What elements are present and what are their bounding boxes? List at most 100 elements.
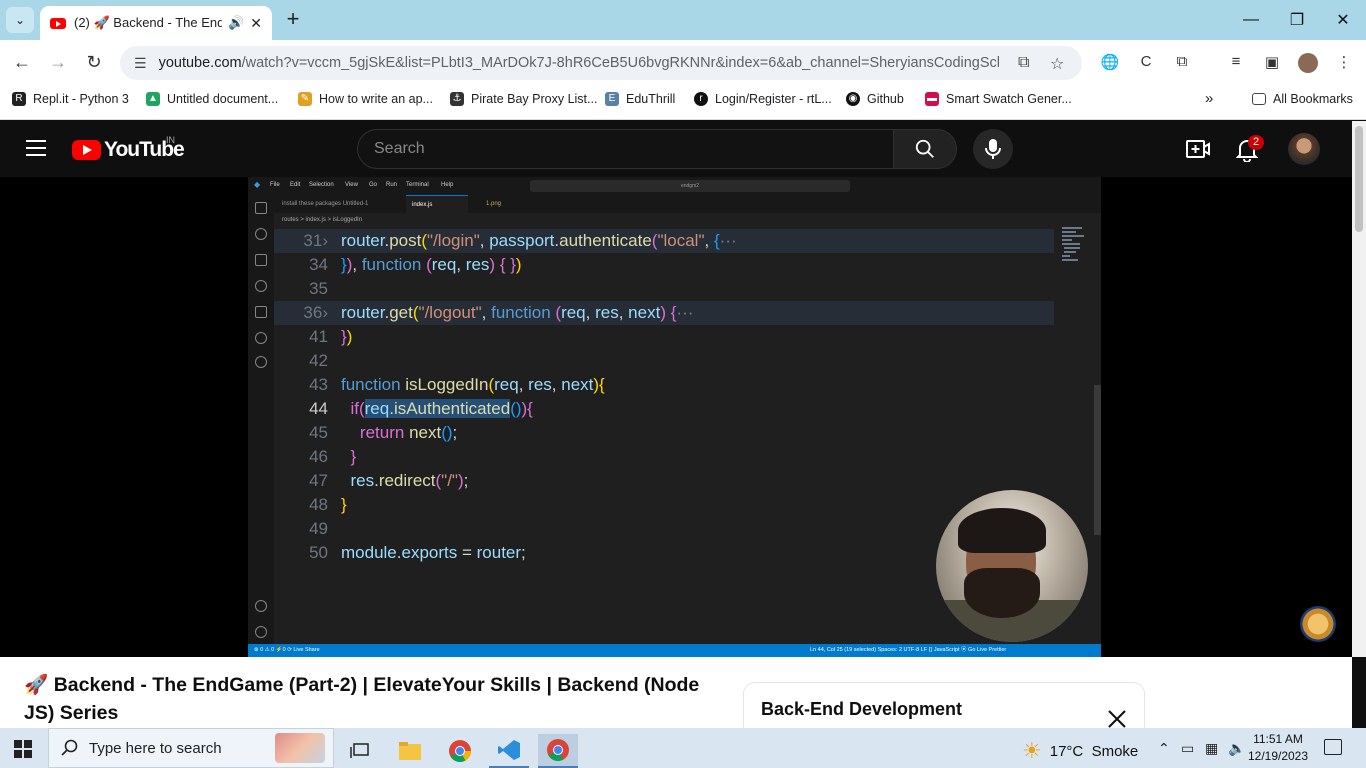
playlist-title[interactable]: Back-End Development: [761, 699, 962, 720]
bookmark-item[interactable]: ▲ Untitled document...: [146, 92, 278, 106]
bookmarks-overflow-button[interactable]: »: [1205, 90, 1213, 107]
bookmarks-bar: R Repl.it - Python 3 ▲ Untitled document..…: [0, 84, 1366, 120]
code-line: 31› router.post("/login", passport.authen…: [274, 229, 1054, 253]
url-text[interactable]: youtube.com/watch?v=vccm_5gjSkE&list=PLb…: [159, 55, 999, 71]
open-in-app-icon[interactable]: ⧉: [1018, 54, 1029, 72]
bookmark-item[interactable]: ⚓ Pirate Bay Proxy List...: [450, 92, 597, 106]
task-view-icon[interactable]: [340, 734, 380, 768]
video-title: 🚀 Backend - The EndGame (Part-2) | Eleva…: [24, 674, 700, 724]
code-text: }), function (req, res) { }): [341, 255, 522, 274]
country-code: IN: [166, 135, 175, 145]
pirate-ship-icon: ⚓: [450, 92, 464, 106]
bookmark-item[interactable]: E EduThrill: [605, 92, 675, 106]
presenter-webcam: [936, 490, 1088, 642]
status-left: ⊗ 0 ⚠ 0 ⚡0 ⟳ Live Share: [254, 647, 320, 653]
code-line: 41}): [274, 325, 1054, 349]
show-hidden-icons-icon[interactable]: ⌃: [1158, 740, 1170, 757]
forward-button[interactable]: →: [48, 52, 68, 72]
notification-center-icon[interactable]: [1324, 739, 1342, 755]
chrome-menu-icon[interactable]: ⋮: [1334, 53, 1354, 73]
close-window-button[interactable]: ✕: [1320, 0, 1366, 40]
speaker-icon[interactable]: 🔊: [228, 15, 244, 31]
url-path: /watch?v=vccm_5gjSkE&list=PLbtI3_MArDOk7…: [241, 55, 999, 71]
file-explorer-icon[interactable]: [390, 734, 430, 768]
system-clock[interactable]: 11:51 AM 12/19/2023: [1238, 731, 1318, 765]
code-text: module.exports = router;: [341, 543, 526, 562]
media-control-icon[interactable]: ≡: [1226, 53, 1246, 73]
battery-icon[interactable]: ▭: [1181, 740, 1194, 757]
bookmark-label: EduThrill: [626, 92, 676, 106]
vscode-status-bar: ⊗ 0 ⚠ 0 ⚡0 ⟳ Live Share Ln 44, Col 25 (1…: [248, 644, 1101, 657]
line-number: 34: [309, 255, 328, 274]
bookmark-item[interactable]: ✎ How to write an ap...: [298, 92, 433, 106]
tab-title: (2) 🚀 Backend - The EndGa: [74, 15, 223, 30]
eduthrill-icon: E: [605, 92, 619, 106]
vscode-minimap: [1062, 227, 1084, 261]
line-number: 50: [309, 543, 328, 562]
reload-button[interactable]: ↻: [84, 52, 104, 72]
taskbar-search-input[interactable]: Type here to search: [48, 728, 334, 768]
weather-condition: Smoke: [1091, 742, 1139, 760]
network-icon[interactable]: ▦: [1205, 740, 1218, 757]
vscode-editor-tabs: install these packages Untitled-1 index.…: [274, 195, 1101, 213]
create-video-icon[interactable]: [1186, 138, 1210, 160]
scrollbar-thumb[interactable]: [1355, 126, 1363, 232]
google-drive-icon: ▲: [146, 92, 160, 106]
vscode-menu-item: View: [345, 182, 358, 188]
extension-globe-icon[interactable]: 🌐: [1100, 53, 1120, 73]
search-input[interactable]: Search: [357, 129, 894, 169]
tab-close-icon[interactable]: ✕: [250, 15, 262, 32]
code-text: res.redirect("/");: [350, 471, 469, 490]
vscode-icon[interactable]: [489, 734, 529, 768]
bookmark-label: Pirate Bay Proxy List...: [471, 92, 598, 106]
all-bookmarks-button[interactable]: All Bookmarks: [1252, 92, 1353, 106]
weather-widget[interactable]: ☀ 17°C Smoke: [1022, 738, 1138, 764]
bookmark-star-icon[interactable]: ☆: [1050, 54, 1064, 74]
hamburger-menu-icon[interactable]: [26, 140, 46, 156]
tab-search-button[interactable]: ⌄: [6, 7, 34, 33]
site-info-icon[interactable]: ☰: [134, 55, 147, 72]
bookmark-item[interactable]: r Login/Register - rtL...: [694, 92, 832, 106]
search-button[interactable]: [893, 129, 957, 169]
taskbar-search-placeholder: Type here to search: [89, 739, 222, 757]
code-line: 48}: [274, 493, 1054, 517]
minimize-button[interactable]: —: [1228, 0, 1274, 40]
vscode-menu-item: Go: [369, 182, 378, 188]
code-text: }: [350, 447, 357, 466]
back-button[interactable]: ←: [12, 52, 32, 72]
extensions-puzzle-icon[interactable]: ⧉: [1172, 53, 1192, 73]
extension-c-icon[interactable]: C: [1136, 53, 1156, 73]
windows-start-icon[interactable]: [14, 740, 32, 758]
pencil-icon: ✎: [298, 92, 312, 106]
swatch-icon: ▬: [925, 92, 939, 106]
line-number: 44: [309, 399, 328, 418]
bookmark-item[interactable]: R Repl.it - Python 3: [12, 92, 129, 106]
chrome-icon[interactable]: [440, 734, 480, 768]
source-control-icon: [255, 280, 267, 292]
bookmark-item[interactable]: ◉ Github: [846, 92, 904, 106]
new-tab-button[interactable]: +: [282, 8, 304, 30]
bookmark-label: Untitled document...: [167, 92, 279, 106]
vscode-menu-item: Run: [386, 182, 398, 188]
line-number: 35: [309, 279, 328, 298]
line-number: 48: [309, 495, 328, 514]
vscode-menu-item: Edit: [290, 182, 301, 188]
account-icon: [255, 600, 267, 612]
address-bar[interactable]: ☰ youtube.com/watch?v=vccm_5gjSkE&list=P…: [120, 46, 1082, 80]
youtube-play-icon: [72, 140, 101, 160]
line-number: 46: [309, 447, 328, 466]
side-panel-icon[interactable]: ▣: [1262, 53, 1282, 73]
all-bookmarks-label: All Bookmarks: [1273, 92, 1353, 106]
profile-avatar[interactable]: [1298, 53, 1318, 73]
vscode-menu-item: Help: [441, 182, 454, 188]
active-tab[interactable]: (2) 🚀 Backend - The EndGa 🔊 ✕: [40, 6, 272, 40]
voice-search-button[interactable]: [973, 129, 1013, 169]
bookmark-item[interactable]: ▬ Smart Swatch Gener...: [925, 92, 1072, 106]
search-highlight-illustration: [275, 733, 325, 763]
code-line: 43 function isLoggedIn(req, res, next){: [274, 373, 1054, 397]
chrome-active-icon[interactable]: [538, 734, 578, 768]
channel-watermark-icon[interactable]: [1300, 606, 1336, 642]
user-avatar[interactable]: [1288, 133, 1320, 165]
clock-time: 11:51 AM: [1253, 732, 1303, 746]
restore-button[interactable]: ❐: [1274, 0, 1320, 40]
